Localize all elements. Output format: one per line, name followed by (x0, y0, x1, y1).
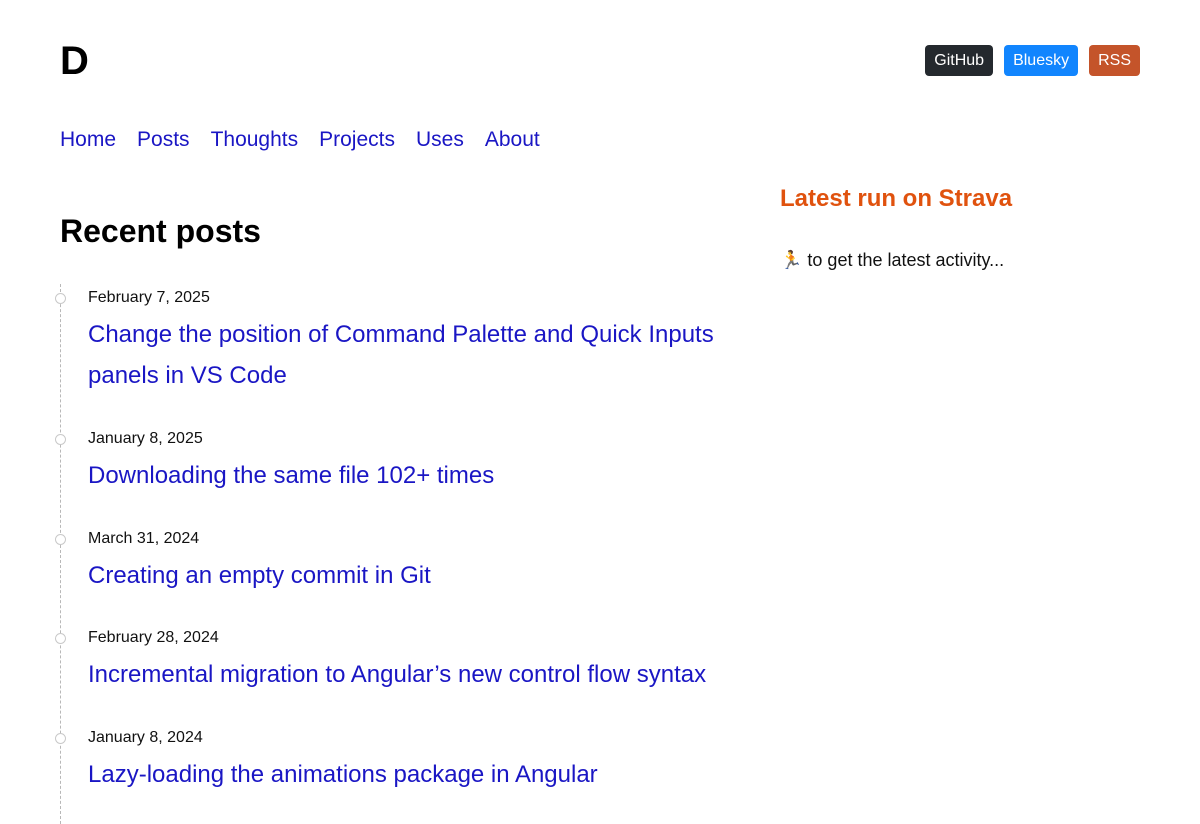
timeline-dot (55, 733, 66, 744)
timeline-dot (55, 633, 66, 644)
nav-projects[interactable]: Projects (319, 127, 395, 153)
strava-status: 🏃 to get the latest activity... (780, 248, 1004, 272)
bluesky-button[interactable]: Bluesky (1004, 45, 1079, 76)
posts-timeline: February 7, 2025 Change the position of … (55, 284, 741, 824)
runner-icon: 🏃 (780, 250, 803, 270)
post-title-link[interactable]: Lazy-loading the animations package in A… (88, 754, 738, 795)
post-title-link[interactable]: Incremental migration to Angular’s new c… (88, 654, 738, 695)
post-date: January 8, 2025 (88, 430, 203, 447)
timeline-dot (55, 534, 66, 545)
post-date: February 7, 2025 (88, 289, 210, 306)
post-date: February 28, 2024 (88, 629, 219, 646)
nav-posts[interactable]: Posts (137, 127, 190, 153)
site-logo[interactable]: D (60, 38, 89, 84)
timeline-dot (55, 434, 66, 445)
timeline-dot (55, 293, 66, 304)
strava-status-text: to get the latest activity... (807, 250, 1005, 270)
post-title-link[interactable]: Downloading the same file 102+ times (88, 455, 738, 496)
strava-heading: Latest run on Strava (780, 185, 1013, 212)
nav-home[interactable]: Home (60, 127, 116, 153)
nav-uses[interactable]: Uses (416, 127, 464, 153)
social-links: GitHub Bluesky RSS (925, 45, 1140, 76)
github-button[interactable]: GitHub (925, 45, 994, 76)
rss-button[interactable]: RSS (1089, 45, 1140, 76)
post-date: March 31, 2024 (88, 530, 200, 547)
main-nav: Home Posts Thoughts Projects Uses About (60, 127, 540, 153)
post-date: January 8, 2024 (88, 729, 203, 746)
post-title-link[interactable]: Creating an empty commit in Git (88, 555, 738, 596)
nav-about[interactable]: About (485, 127, 540, 153)
nav-thoughts[interactable]: Thoughts (211, 127, 299, 153)
recent-posts-heading: Recent posts (60, 213, 261, 249)
post-title-link[interactable]: Change the position of Command Palette a… (88, 314, 738, 396)
